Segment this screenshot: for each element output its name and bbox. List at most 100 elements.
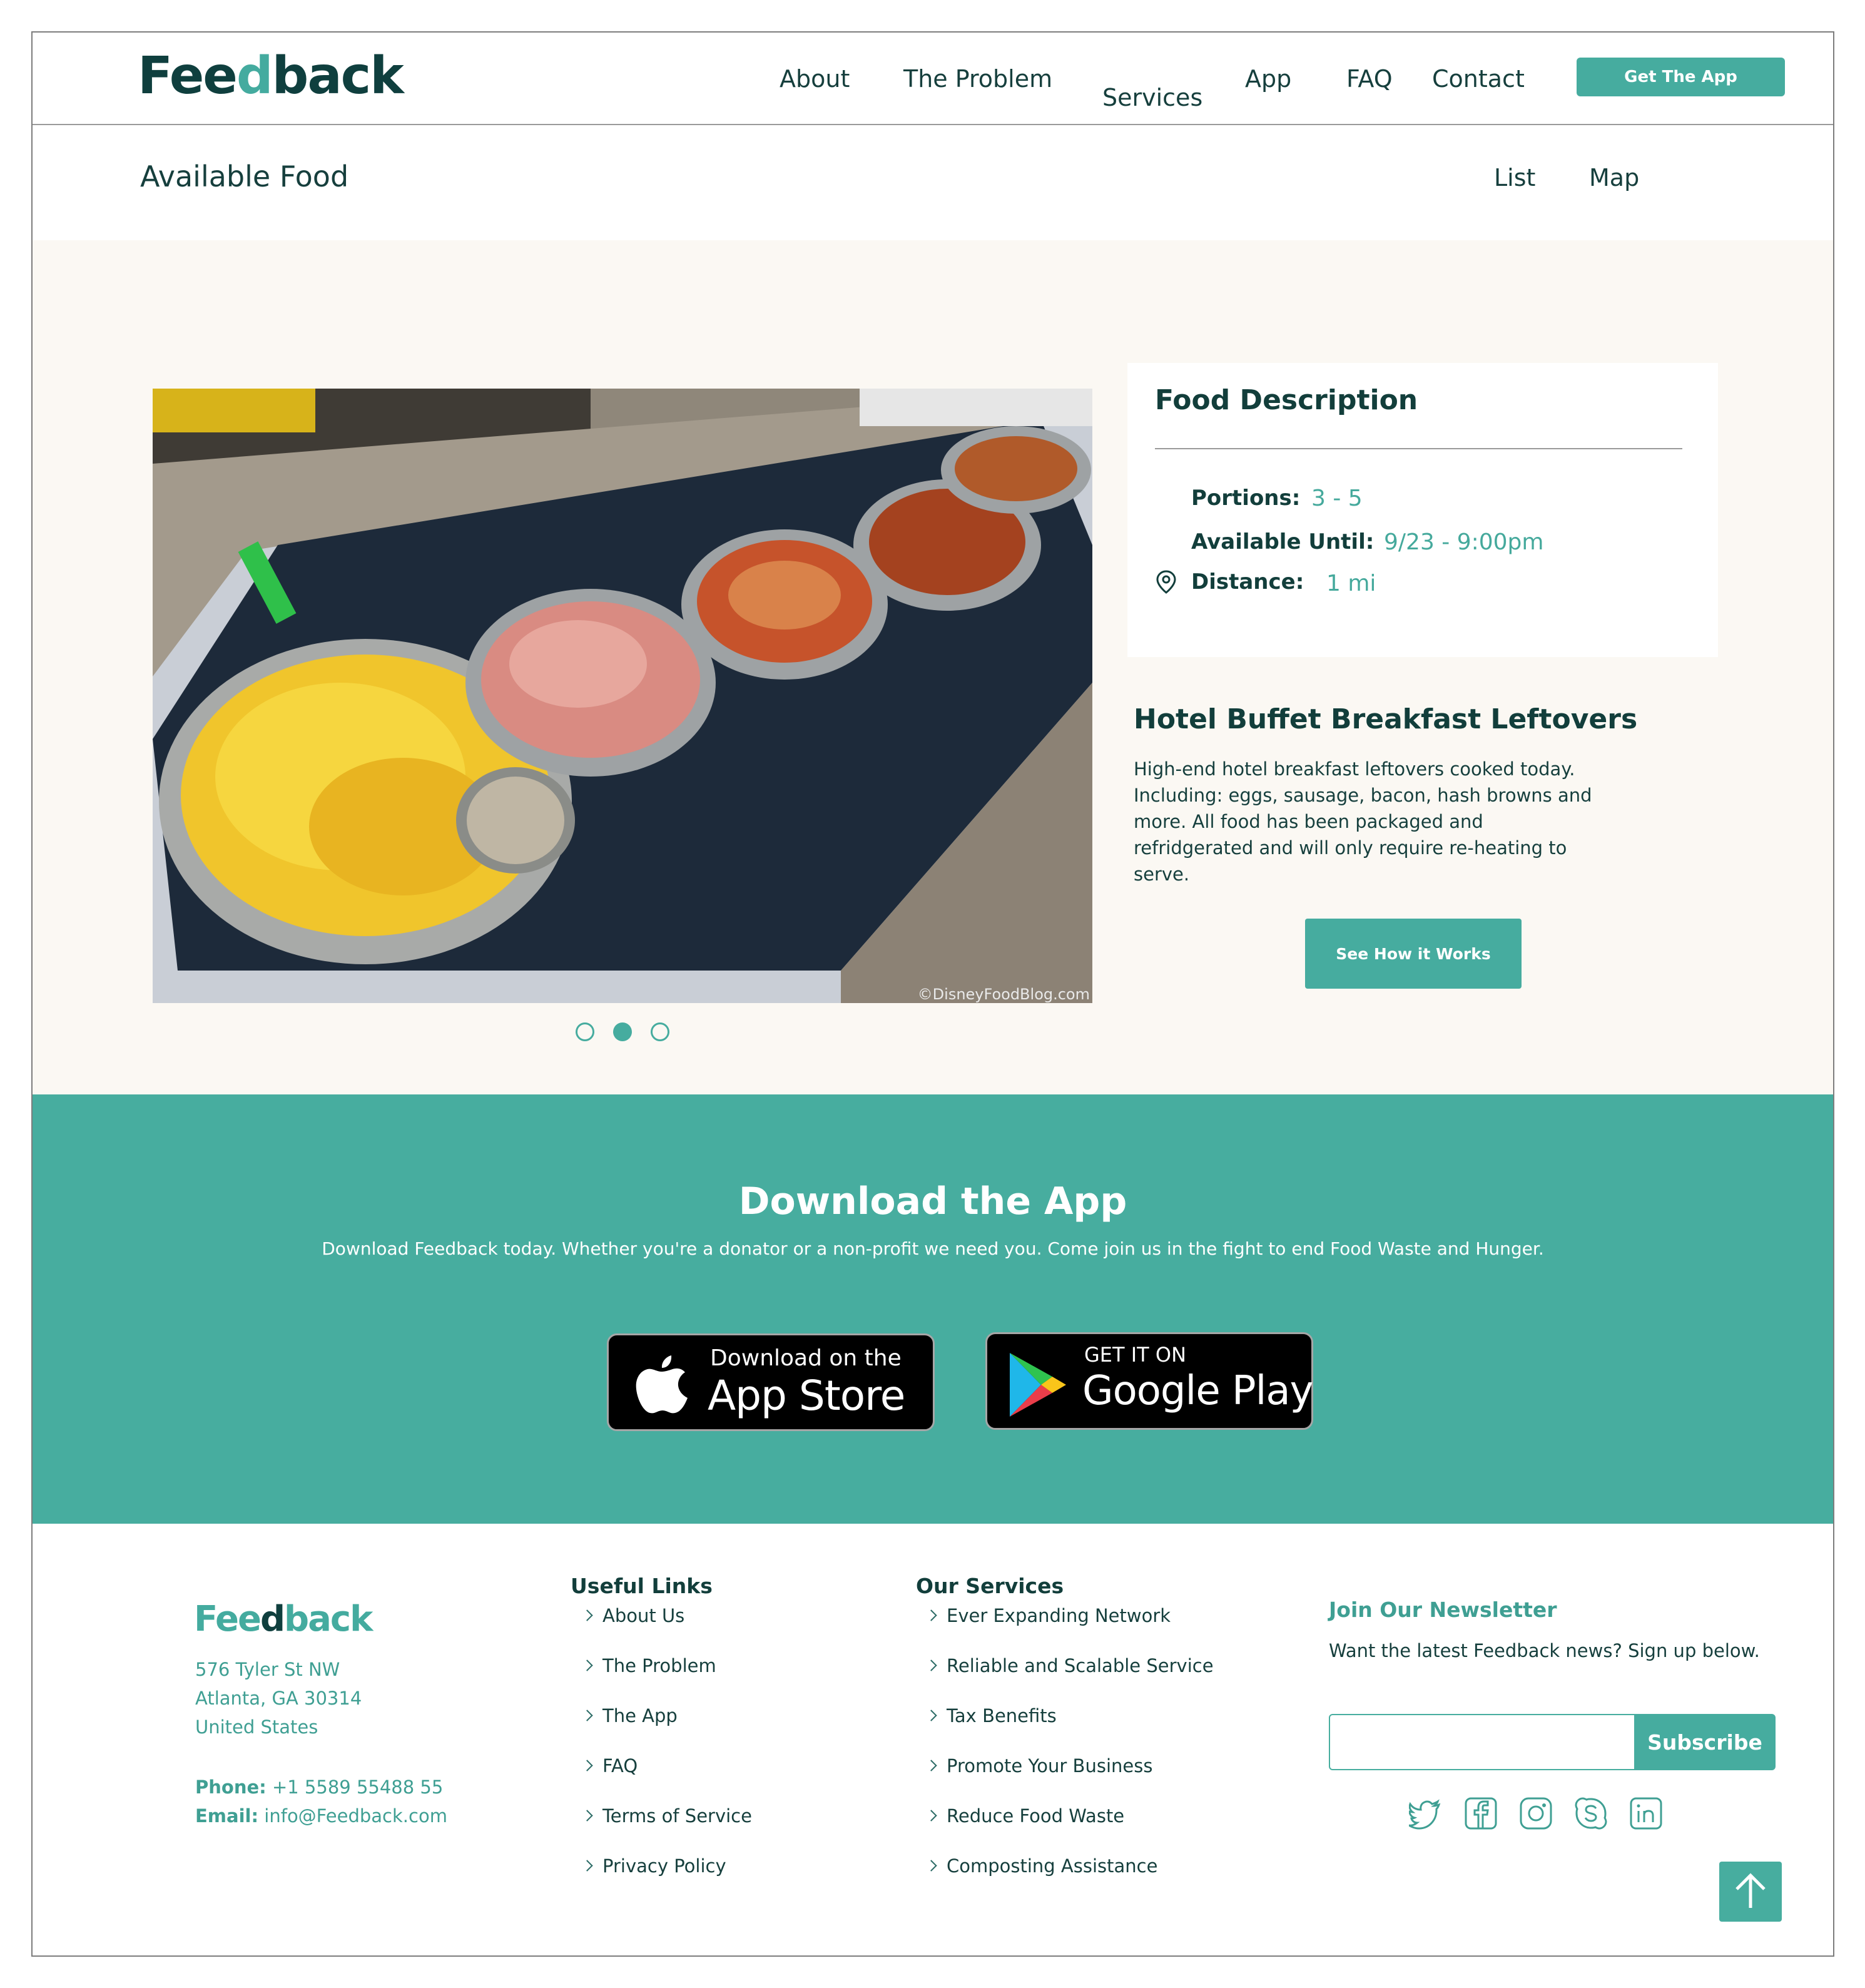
footer-link-terms[interactable]: Terms of Service	[581, 1805, 752, 1827]
food-description-line: serve.	[1134, 864, 1190, 885]
carousel-dot-active[interactable]	[613, 1022, 632, 1041]
newsletter-email-input[interactable]	[1329, 1714, 1642, 1770]
back-to-top-button[interactable]	[1719, 1862, 1782, 1922]
see-how-it-works-button[interactable]: See How it Works	[1305, 919, 1522, 989]
service-link-reliable[interactable]: Reliable and Scalable Service	[925, 1655, 1214, 1676]
footer-link-the-app[interactable]: The App	[581, 1705, 678, 1726]
available-until-label: Available Until:	[1191, 529, 1375, 554]
footer-logo-accent: d	[260, 1599, 285, 1639]
footer-email: Email: info@Feedback.com	[195, 1805, 447, 1827]
service-link-promote[interactable]: Promote Your Business	[925, 1755, 1152, 1776]
available-until-value: 9/23 - 9:00pm	[1384, 529, 1544, 555]
service-link-label: Tax Benefits	[947, 1705, 1057, 1726]
download-subtitle: Download Feedback today. Whether you're …	[322, 1238, 1544, 1259]
chevron-right-icon	[581, 1810, 593, 1822]
subscribe-button[interactable]: Subscribe	[1634, 1714, 1776, 1770]
twitter-icon[interactable]	[1408, 1797, 1443, 1830]
nav-faq[interactable]: FAQ	[1346, 65, 1393, 93]
address-line: Atlanta, GA 30314	[195, 1688, 362, 1709]
google-play-badge[interactable]: GET IT ON Google Play	[985, 1332, 1313, 1430]
service-link-network[interactable]: Ever Expanding Network	[925, 1605, 1171, 1626]
footer-phone: Phone: +1 5589 55488 55	[195, 1776, 443, 1798]
location-pin-icon	[1155, 569, 1177, 594]
footer-link-the-problem[interactable]: The Problem	[581, 1655, 716, 1676]
portions-value: 3 - 5	[1311, 486, 1363, 511]
address-line: 576 Tyler St NW	[195, 1659, 340, 1680]
chevron-right-icon	[581, 1609, 593, 1621]
arrow-up-icon	[1735, 1873, 1766, 1908]
our-services-title: Our Services	[916, 1574, 1064, 1598]
view-tab-map[interactable]: Map	[1589, 164, 1639, 191]
address-line: United States	[195, 1716, 318, 1738]
app-store-badge[interactable]: Download on the App Store	[607, 1333, 935, 1431]
chevron-right-icon	[581, 1659, 593, 1671]
chevron-right-icon	[925, 1609, 937, 1621]
footer-link-label: Terms of Service	[602, 1805, 752, 1827]
footer-link-faq[interactable]: FAQ	[581, 1755, 638, 1776]
food-title: Hotel Buffet Breakfast Leftovers	[1134, 703, 1638, 735]
nav-about[interactable]: About	[780, 65, 850, 93]
footer-link-label: Privacy Policy	[602, 1855, 726, 1877]
chevron-right-icon	[925, 1760, 937, 1771]
nav-app[interactable]: App	[1245, 65, 1291, 93]
service-link-label: Composting Assistance	[947, 1855, 1158, 1877]
email-value[interactable]: info@Feedback.com	[264, 1805, 447, 1827]
download-title: Download the App	[738, 1180, 1127, 1223]
service-link-reduce-waste[interactable]: Reduce Food Waste	[925, 1805, 1124, 1827]
nav-contact[interactable]: Contact	[1432, 65, 1525, 93]
footer-link-label: FAQ	[602, 1755, 638, 1776]
service-link-label: Reliable and Scalable Service	[947, 1655, 1214, 1676]
service-link-composting[interactable]: Composting Assistance	[925, 1855, 1158, 1877]
footer-logo-post: back	[284, 1599, 373, 1639]
useful-links-title: Useful Links	[571, 1574, 713, 1598]
food-description-line: Including: eggs, sausage, bacon, hash br…	[1134, 785, 1592, 806]
logo-text-pre: Fee	[138, 46, 238, 106]
email-label: Email:	[195, 1805, 259, 1827]
portions-label: Portions:	[1191, 486, 1301, 511]
footer-logo-pre: Fee	[194, 1599, 262, 1639]
site-logo[interactable]: Feedback	[138, 46, 404, 106]
distance-value: 1 mi	[1326, 571, 1376, 596]
nav-services[interactable]: Services	[1102, 84, 1202, 111]
service-link-tax[interactable]: Tax Benefits	[925, 1705, 1057, 1726]
google-play-big-text: Google Play	[1082, 1368, 1313, 1414]
page-title: Available Food	[140, 160, 349, 193]
chevron-right-icon	[925, 1710, 937, 1721]
app-store-small-text: Download on the	[710, 1345, 902, 1371]
carousel-dot[interactable]	[651, 1022, 669, 1041]
view-tab-list[interactable]: List	[1494, 164, 1535, 191]
footer-link-privacy[interactable]: Privacy Policy	[581, 1855, 726, 1877]
site-footer: Feedback 576 Tyler St NW Atlanta, GA 303…	[33, 1524, 1833, 1955]
app-store-big-text: App Store	[708, 1372, 905, 1420]
footer-link-label: The App	[602, 1705, 678, 1726]
get-the-app-button[interactable]: Get The App	[1577, 58, 1785, 96]
chevron-right-icon	[925, 1860, 937, 1872]
footer-link-label: The Problem	[602, 1655, 716, 1676]
chevron-right-icon	[581, 1760, 593, 1771]
logo-text-post: back	[272, 46, 404, 106]
facebook-icon[interactable]	[1464, 1797, 1498, 1830]
download-app-section: Download the App Download Feedback today…	[33, 1094, 1833, 1524]
logo-text-accent: d	[236, 46, 273, 106]
food-description-line: High-end hotel breakfast leftovers cooke…	[1134, 758, 1575, 780]
service-link-label: Ever Expanding Network	[947, 1605, 1171, 1626]
subheader: Available Food List Map	[33, 126, 1833, 240]
carousel-dot[interactable]	[576, 1022, 594, 1041]
chevron-right-icon	[581, 1710, 593, 1721]
food-image: ©DisneyFoodBlog.com	[153, 389, 1092, 1003]
phone-label: Phone:	[195, 1776, 267, 1798]
food-detail-section: ©DisneyFoodBlog.com Food Description Por…	[33, 240, 1833, 1094]
site-header: Feedback About The Problem Services App …	[33, 33, 1833, 125]
instagram-icon[interactable]	[1519, 1797, 1553, 1830]
google-play-icon	[1006, 1350, 1069, 1419]
skype-icon[interactable]	[1574, 1797, 1608, 1830]
linkedin-icon[interactable]	[1629, 1797, 1663, 1830]
nav-the-problem[interactable]: The Problem	[903, 65, 1052, 93]
food-description-card: Food Description Portions: 3 - 5 Availab…	[1127, 363, 1718, 657]
footer-link-about-us[interactable]: About Us	[581, 1605, 684, 1626]
food-description-line: refridgerated and will only require re-h…	[1134, 837, 1567, 859]
footer-logo[interactable]: Feedback	[194, 1599, 373, 1639]
card-divider	[1155, 448, 1682, 449]
footer-address: 576 Tyler St NW Atlanta, GA 30314 United…	[195, 1655, 362, 1741]
phone-value[interactable]: +1 5589 55488 55	[272, 1776, 443, 1798]
